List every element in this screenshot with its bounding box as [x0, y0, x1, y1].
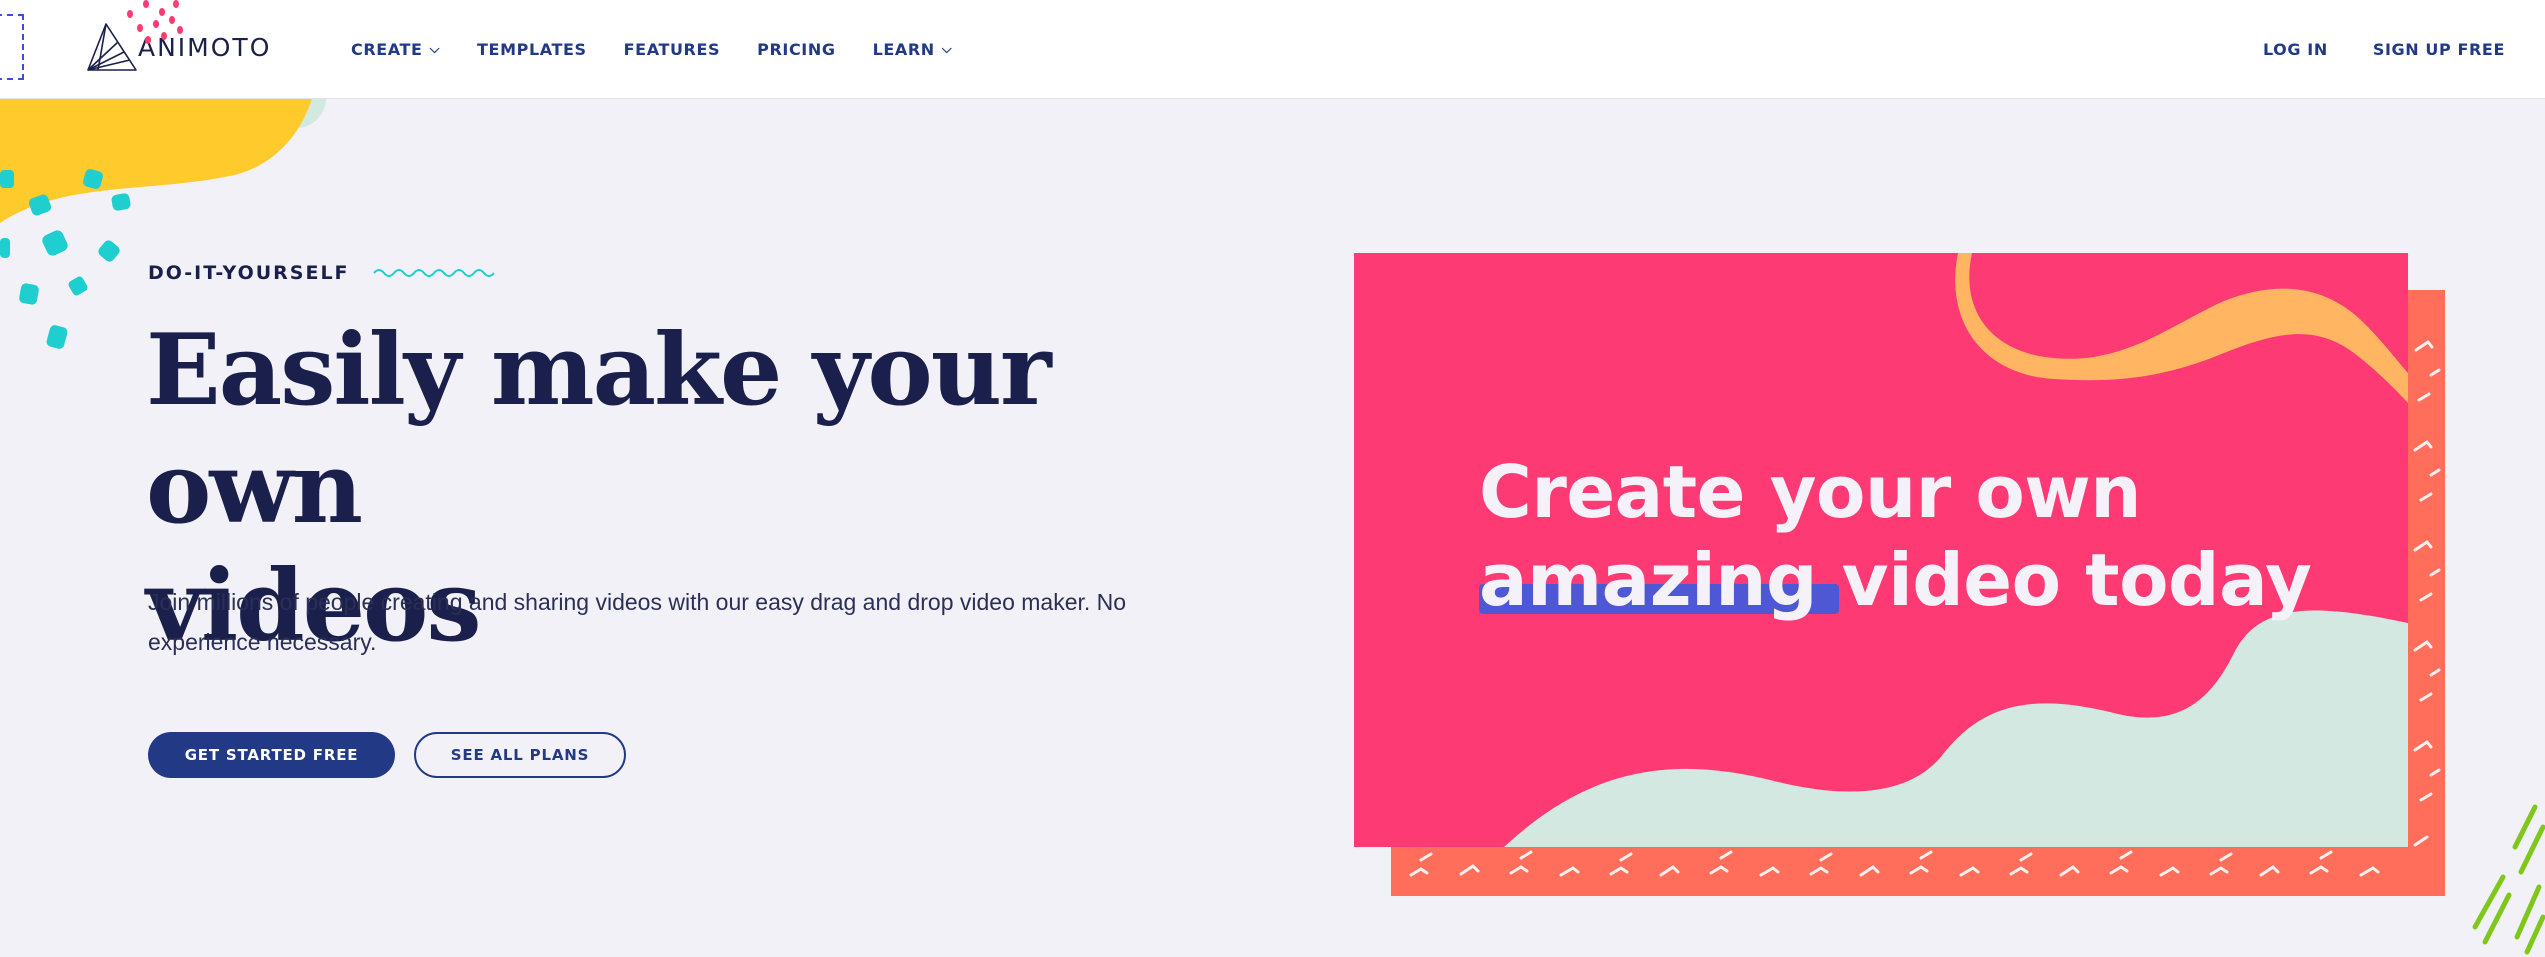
see-all-plans-button[interactable]: SEE ALL PLANS	[414, 732, 626, 778]
nav-pricing-label: PRICING	[757, 39, 836, 59]
hero-description: Join millions of people creating and sha…	[148, 589, 1127, 655]
nav-learn-label: LEARN	[872, 39, 935, 59]
hero-eyebrow: DO-IT-YOURSELF	[148, 262, 496, 284]
nav-features-label: FEATURES	[623, 39, 721, 59]
nav-templates[interactable]: TEMPLATES	[477, 40, 587, 59]
nav-learn[interactable]: LEARN ⌵	[873, 40, 953, 59]
nav-create[interactable]: CREATE ⌵	[351, 40, 440, 59]
animoto-logo-icon	[87, 23, 137, 71]
decorative-teal-dots	[0, 169, 131, 349]
video-card-title: Create your own amazing video today	[1479, 448, 2379, 624]
squiggle-icon	[372, 269, 495, 277]
get-started-free-button[interactable]: GET STARTED FREE	[148, 732, 395, 778]
headline-line-1: Easily make your own	[146, 313, 1052, 546]
chevron-down-icon: ⌵	[429, 41, 441, 57]
top-navigation-bar: ANIMOTO CREATE ⌵ TEMPLATES FEATURES PRIC…	[0, 0, 2545, 99]
decorative-green-marks	[2472, 804, 2545, 955]
main-nav: CREATE ⌵ TEMPLATES FEATURES PRICING LEAR…	[351, 0, 989, 98]
chevron-down-icon: ⌵	[941, 41, 953, 57]
login-link[interactable]: LOG IN	[2263, 40, 2328, 59]
account-nav: LOG IN SIGN UP FREE	[2218, 0, 2505, 98]
eyebrow-label: DO-IT-YOURSELF	[148, 262, 350, 284]
highlighted-word: amazing	[1479, 538, 1840, 622]
highlight-text: amazing	[1479, 538, 1818, 622]
card-title-line-2-rest: video today	[1817, 538, 2312, 622]
logo-wordmark: ANIMOTO	[138, 32, 272, 62]
nav-features[interactable]: FEATURES	[624, 40, 720, 59]
nav-templates-label: TEMPLATES	[477, 39, 587, 59]
nav-pricing[interactable]: PRICING	[757, 40, 835, 59]
video-preview-card[interactable]: Create your own amazing video today	[1354, 253, 2408, 847]
nav-create-label: CREATE	[351, 39, 423, 59]
card-title-line-1: Create your own	[1479, 450, 2142, 534]
signup-link[interactable]: SIGN UP FREE	[2373, 40, 2505, 59]
page: ANIMOTO CREATE ⌵ TEMPLATES FEATURES PRIC…	[0, 0, 2545, 957]
animoto-logo[interactable]: ANIMOTO	[84, 20, 271, 74]
skip-link-focus-outline[interactable]	[0, 14, 24, 80]
